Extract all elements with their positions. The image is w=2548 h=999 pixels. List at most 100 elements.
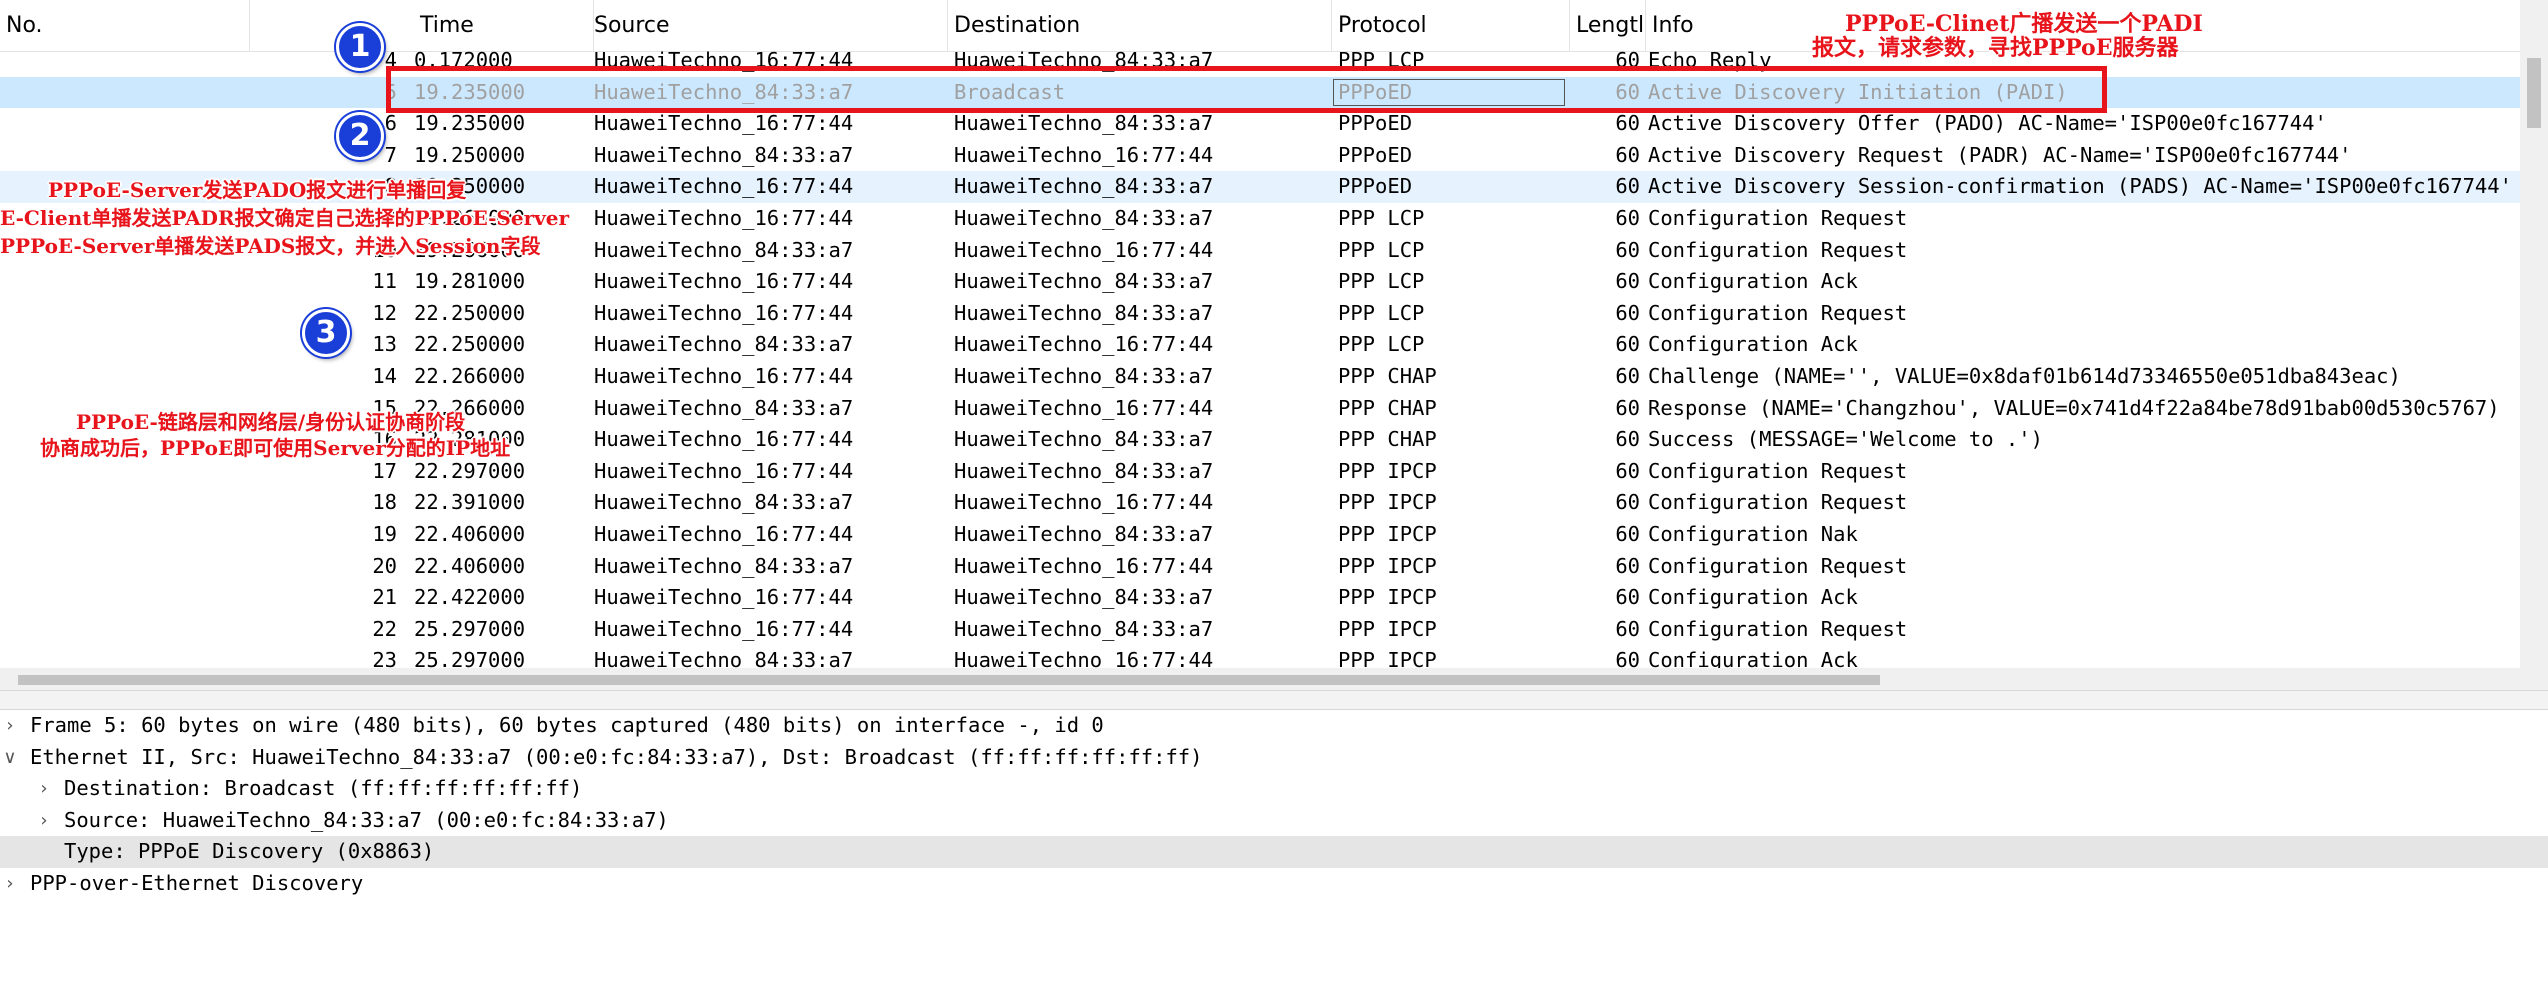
packet-time: 22.250000 xyxy=(414,300,526,325)
packet-time: 22.406000 xyxy=(414,521,526,546)
padi-highlight-rect xyxy=(386,66,2107,113)
packet-info: Configuration Ack xyxy=(1648,269,1858,294)
packet-time: 22.391000 xyxy=(414,490,526,515)
pane-splitter[interactable] xyxy=(0,690,2548,710)
packet-time: 22.266000 xyxy=(414,363,526,388)
packet-length: 60 xyxy=(1615,237,1640,262)
packet-no: 19 xyxy=(372,521,397,546)
packet-no: 21 xyxy=(372,585,397,610)
packet-length: 60 xyxy=(1615,427,1640,452)
packet-row-11[interactable]: 11 19.281000 HuaweiTechno_16:77:44 Huawe… xyxy=(0,266,2520,298)
packet-row-12[interactable]: 12 22.250000 HuaweiTechno_16:77:44 Huawe… xyxy=(0,298,2520,330)
packet-info: Configuration Nak xyxy=(1648,521,1858,546)
chevron-right-icon[interactable]: › xyxy=(0,710,20,742)
packet-length: 60 xyxy=(1615,585,1640,610)
packet-detail-pane[interactable]: › Frame 5: 60 bytes on wire (480 bits), … xyxy=(0,710,2548,999)
packet-length: 60 xyxy=(1615,332,1640,357)
packet-destination: HuaweiTechno_16:77:44 xyxy=(954,237,1214,262)
horizontal-scrollbar-thumb[interactable] xyxy=(18,675,1880,685)
packet-destination: HuaweiTechno_84:33:a7 xyxy=(954,300,1214,325)
packet-destination: HuaweiTechno_84:33:a7 xyxy=(954,458,1214,483)
packet-length: 60 xyxy=(1615,269,1640,294)
step-badge-2: 2 xyxy=(336,112,384,160)
packet-protocol: PPP CHAP xyxy=(1338,395,1437,420)
packet-info: Success (MESSAGE='Welcome to .') xyxy=(1648,427,2043,452)
packet-length: 60 xyxy=(1615,395,1640,420)
packet-protocol: PPP LCP xyxy=(1338,300,1425,325)
pado-annotation: PPPoE-Server发送PADO报文进行单播回复 xyxy=(48,178,467,202)
packet-protocol: PPP IPCP xyxy=(1338,553,1437,578)
packet-length: 60 xyxy=(1615,205,1640,230)
packet-protocol: PPP CHAP xyxy=(1338,427,1437,452)
vertical-scrollbar-thumb[interactable] xyxy=(2527,58,2541,128)
padr-annotation: E-Client单播发送PADR报文确定自己选择的PPPoE-Server xyxy=(0,206,570,230)
packet-source: HuaweiTechno_16:77:44 xyxy=(594,521,854,546)
packet-info: Configuration Request xyxy=(1648,237,1908,262)
chevron-down-icon[interactable]: ∨ xyxy=(0,742,20,774)
packet-length: 60 xyxy=(1615,142,1640,167)
packet-row-21[interactable]: 21 22.422000 HuaweiTechno_16:77:44 Huawe… xyxy=(0,582,2520,614)
packet-info: Active Discovery Session-confirmation (P… xyxy=(1648,174,2512,199)
packet-destination: HuaweiTechno_84:33:a7 xyxy=(954,585,1214,610)
detail-destination-row[interactable]: › Destination: Broadcast (ff:ff:ff:ff:ff… xyxy=(0,773,2548,805)
packet-info: Challenge (NAME='', VALUE=0x8daf01b614d7… xyxy=(1648,363,2401,388)
chevron-right-icon[interactable]: › xyxy=(0,868,20,900)
packet-time: 19.281000 xyxy=(414,269,526,294)
packet-destination: HuaweiTechno_84:33:a7 xyxy=(954,521,1214,546)
packet-length: 60 xyxy=(1615,174,1640,199)
packet-time: 22.422000 xyxy=(414,585,526,610)
packet-length: 60 xyxy=(1615,458,1640,483)
horizontal-scrollbar[interactable] xyxy=(0,668,2520,690)
packet-source: HuaweiTechno_16:77:44 xyxy=(594,616,854,641)
packet-info: Configuration Request xyxy=(1648,553,1908,578)
packet-protocol: PPP LCP xyxy=(1338,205,1425,230)
padi-annotation-line2: 报文，请求参数，寻找PPPoE服务器 xyxy=(1812,35,2179,61)
chevron-right-icon[interactable]: › xyxy=(34,773,54,805)
packet-destination: HuaweiTechno_84:33:a7 xyxy=(954,363,1214,388)
packet-row-20[interactable]: 20 22.406000 HuaweiTechno_84:33:a7 Huawe… xyxy=(0,551,2520,583)
packet-row-13[interactable]: 13 22.250000 HuaweiTechno_84:33:a7 Huawe… xyxy=(0,329,2520,361)
packet-source: HuaweiTechno_84:33:a7 xyxy=(594,490,854,515)
session-annotation-line1: PPPoE-链路层和网络层/身份认证协商阶段 xyxy=(76,410,466,434)
packet-no: 14 xyxy=(372,363,397,388)
packet-protocol: PPP IPCP xyxy=(1338,616,1437,641)
packet-info: Configuration Request xyxy=(1648,490,1908,515)
detail-frame-text: Frame 5: 60 bytes on wire (480 bits), 60… xyxy=(30,713,1104,737)
pads-annotation: PPPoE-Server单播发送PADS报文，并进入Session字段 xyxy=(0,234,541,258)
vertical-scrollbar[interactable] xyxy=(2520,0,2548,690)
packet-info: Response (NAME='Changzhou', VALUE=0x741d… xyxy=(1648,395,2500,420)
packet-info: Configuration Ack xyxy=(1648,332,1858,357)
detail-source-row[interactable]: › Source: HuaweiTechno_84:33:a7 (00:e0:f… xyxy=(0,805,2548,837)
packet-info: Configuration Request xyxy=(1648,458,1908,483)
packet-source: HuaweiTechno_84:33:a7 xyxy=(594,237,854,262)
detail-ethernet-row[interactable]: ∨ Ethernet II, Src: HuaweiTechno_84:33:a… xyxy=(0,742,2548,774)
packet-length: 60 xyxy=(1615,616,1640,641)
packet-row-19[interactable]: 19 22.406000 HuaweiTechno_16:77:44 Huawe… xyxy=(0,519,2520,551)
packet-destination: HuaweiTechno_16:77:44 xyxy=(954,332,1214,357)
packet-length: 60 xyxy=(1615,490,1640,515)
packet-destination: HuaweiTechno_84:33:a7 xyxy=(954,205,1214,230)
packet-info: Configuration Request xyxy=(1648,616,1908,641)
packet-destination: HuaweiTechno_84:33:a7 xyxy=(954,174,1214,199)
packet-source: HuaweiTechno_84:33:a7 xyxy=(594,332,854,357)
packet-destination: HuaweiTechno_16:77:44 xyxy=(954,142,1214,167)
packet-row-22[interactable]: 22 25.297000 HuaweiTechno_16:77:44 Huawe… xyxy=(0,614,2520,646)
detail-pppoe-row[interactable]: › PPP-over-Ethernet Discovery xyxy=(0,868,2548,900)
packet-destination: HuaweiTechno_84:33:a7 xyxy=(954,427,1214,452)
detail-type-row[interactable]: Type: PPPoE Discovery (0x8863) xyxy=(0,836,2548,868)
packet-time: 25.297000 xyxy=(414,616,526,641)
packet-info: Active Discovery Request (PADR) AC-Name=… xyxy=(1648,142,2352,167)
chevron-right-icon[interactable]: › xyxy=(34,805,54,837)
packet-protocol: PPP IPCP xyxy=(1338,490,1437,515)
packet-source: HuaweiTechno_16:77:44 xyxy=(594,300,854,325)
packet-protocol: PPP IPCP xyxy=(1338,521,1437,546)
packet-no: 11 xyxy=(372,269,397,294)
detail-ethernet-text: Ethernet II, Src: HuaweiTechno_84:33:a7 … xyxy=(30,744,1203,769)
packet-protocol: PPP LCP xyxy=(1338,332,1425,357)
packet-row-14[interactable]: 14 22.266000 HuaweiTechno_16:77:44 Huawe… xyxy=(0,361,2520,393)
packet-info: Configuration Request xyxy=(1648,300,1908,325)
packet-source: HuaweiTechno_16:77:44 xyxy=(594,174,854,199)
detail-destination-text: Destination: Broadcast (ff:ff:ff:ff:ff:f… xyxy=(64,776,583,801)
packet-row-18[interactable]: 18 22.391000 HuaweiTechno_84:33:a7 Huawe… xyxy=(0,487,2520,519)
detail-frame-row[interactable]: › Frame 5: 60 bytes on wire (480 bits), … xyxy=(0,710,2548,742)
